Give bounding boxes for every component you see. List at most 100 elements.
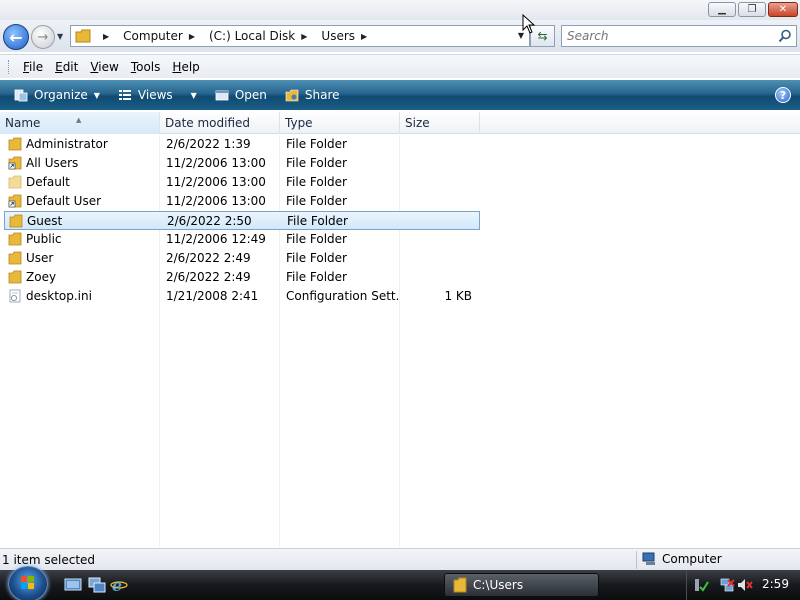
file-type: File Folder: [286, 270, 347, 284]
mouse-cursor-icon: [522, 14, 536, 34]
file-type: File Folder: [286, 194, 347, 208]
start-button[interactable]: [8, 566, 48, 600]
folder-icon: [8, 251, 22, 265]
file-row[interactable]: Guest 2/6/2022 2:50 File Folder: [4, 211, 480, 230]
close-button[interactable]: ✕: [768, 2, 798, 17]
security-center-icon[interactable]: [693, 577, 709, 593]
file-type: File Folder: [286, 251, 347, 265]
breadcrumb-local-disk[interactable]: (C:) Local Disk ▶: [209, 29, 315, 43]
maximize-button[interactable]: ❐: [738, 2, 766, 17]
chevron-right-icon[interactable]: ▶: [301, 32, 307, 41]
zone-status: Computer: [642, 552, 722, 566]
file-size: [404, 154, 472, 173]
file-row[interactable]: Administrator 2/6/2022 1:39 File Folder: [4, 135, 480, 154]
switch-windows-icon[interactable]: [88, 577, 106, 593]
file-size: [404, 249, 472, 268]
volume-muted-icon[interactable]: [737, 577, 753, 593]
taskbar: e C:\Users 2:59: [0, 566, 800, 600]
column-header-type[interactable]: Type: [280, 112, 400, 134]
chevron-right-icon[interactable]: ▶: [361, 32, 367, 41]
file-row[interactable]: Zoey 2/6/2022 2:49 File Folder: [4, 268, 480, 287]
svg-text:e: e: [112, 577, 122, 593]
menu-file[interactable]: File: [17, 60, 49, 74]
taskbar-window-users[interactable]: C:\Users: [444, 573, 599, 597]
file-list[interactable]: Administrator 2/6/2022 1:39 File Folder All…: [0, 135, 800, 547]
file-row[interactable]: User 2/6/2022 2:49 File Folder: [4, 249, 480, 268]
menu-edit[interactable]: Edit: [49, 60, 84, 74]
open-button[interactable]: Open: [209, 84, 273, 106]
file-date-modified: 11/2/2006 13:00: [166, 175, 266, 189]
file-date-modified: 2/6/2022 2:49: [166, 251, 251, 265]
file-name: Default User: [26, 194, 102, 208]
file-row[interactable]: Default User 11/2/2006 13:00 File Folder: [4, 192, 480, 211]
file-type: File Folder: [286, 232, 347, 246]
file-type: Configuration Sett...: [286, 289, 398, 303]
minimize-button[interactable]: ▁: [708, 2, 736, 17]
file-date-modified: 11/2/2006 13:00: [166, 156, 266, 170]
internet-explorer-icon[interactable]: e: [110, 577, 128, 593]
share-button[interactable]: Share: [279, 84, 346, 106]
refresh-icon: ⇆: [537, 29, 548, 43]
windows-logo-icon: [21, 576, 34, 589]
forward-button[interactable]: →: [31, 25, 55, 49]
file-date-modified: 1/21/2008 2:41: [166, 289, 259, 303]
file-row[interactable]: All Users 11/2/2006 13:00 File Folder: [4, 154, 480, 173]
shortcut-icon: [8, 156, 22, 170]
column-header-date-modified[interactable]: Date modified: [160, 112, 280, 134]
menu-tools[interactable]: Tools: [125, 60, 167, 74]
command-bar: Organize ▼ Views ▼ Open Share: [0, 80, 800, 110]
menu-bar: File Edit View Tools Help: [0, 54, 800, 78]
window-controls: ▁ ❐ ✕: [708, 2, 798, 17]
file-type: File Folder: [287, 214, 348, 228]
status-divider: [636, 551, 637, 569]
file-row[interactable]: Default 11/2/2006 13:00 File Folder: [4, 173, 480, 192]
clock[interactable]: 2:59: [762, 577, 789, 591]
file-name: Public: [26, 232, 62, 246]
recent-pages-dropdown[interactable]: ▼: [57, 32, 63, 41]
organize-icon: [14, 89, 28, 102]
file-name: Administrator: [26, 137, 108, 151]
file-size: [404, 268, 472, 287]
column-header-name[interactable]: ▲ Name: [0, 112, 160, 134]
folder-icon: [75, 29, 91, 43]
views-button[interactable]: Views ▼: [112, 84, 203, 106]
file-type: File Folder: [286, 175, 347, 189]
folder-icon: [9, 214, 23, 228]
status-bar: 1 item selected Computer: [0, 548, 800, 570]
help-button[interactable]: ?: [775, 87, 791, 103]
show-desktop-icon[interactable]: [64, 577, 82, 593]
search-box[interactable]: [561, 25, 797, 47]
column-header-size[interactable]: Size: [400, 112, 480, 134]
menu-help[interactable]: Help: [166, 60, 205, 74]
file-date-modified: 11/2/2006 13:00: [166, 194, 266, 208]
file-size: [404, 230, 472, 249]
search-icon[interactable]: [778, 29, 792, 43]
address-bar[interactable]: ▶ Computer ▶ (C:) Local Disk ▶ Users ▶ ▼: [70, 25, 530, 47]
file-name: User: [26, 251, 54, 265]
column-headers: ▲ Name Date modified Type Size: [0, 112, 800, 134]
file-row[interactable]: desktop.ini 1/21/2008 2:41 Configuration S…: [4, 287, 480, 306]
menu-view[interactable]: View: [84, 60, 124, 74]
selection-status: 1 item selected: [2, 553, 96, 567]
chevron-down-icon: ▼: [93, 90, 100, 100]
file-row[interactable]: Public 11/2/2006 12:49 File Folder: [4, 230, 480, 249]
file-name: Default: [26, 175, 70, 189]
folder-icon: [8, 137, 22, 151]
back-button[interactable]: ←: [3, 24, 29, 50]
search-input[interactable]: [567, 26, 767, 46]
file-name: Guest: [27, 214, 63, 228]
shortcut-icon: [8, 194, 22, 208]
breadcrumb-computer[interactable]: Computer ▶: [123, 29, 203, 43]
breadcrumb-users[interactable]: Users ▶: [321, 29, 375, 43]
file-size: [405, 212, 473, 231]
file-type: File Folder: [286, 156, 347, 170]
sort-ascending-icon: ▲: [76, 116, 82, 124]
network-icon[interactable]: [719, 577, 735, 593]
file-size: [404, 135, 472, 154]
chevron-right-icon[interactable]: ▶: [189, 32, 195, 41]
organize-button[interactable]: Organize ▼: [8, 84, 106, 106]
file-date-modified: 11/2/2006 12:49: [166, 232, 266, 246]
file-date-modified: 2/6/2022 1:39: [166, 137, 251, 151]
ini-file-icon: [9, 289, 21, 303]
file-name: All Users: [26, 156, 79, 170]
